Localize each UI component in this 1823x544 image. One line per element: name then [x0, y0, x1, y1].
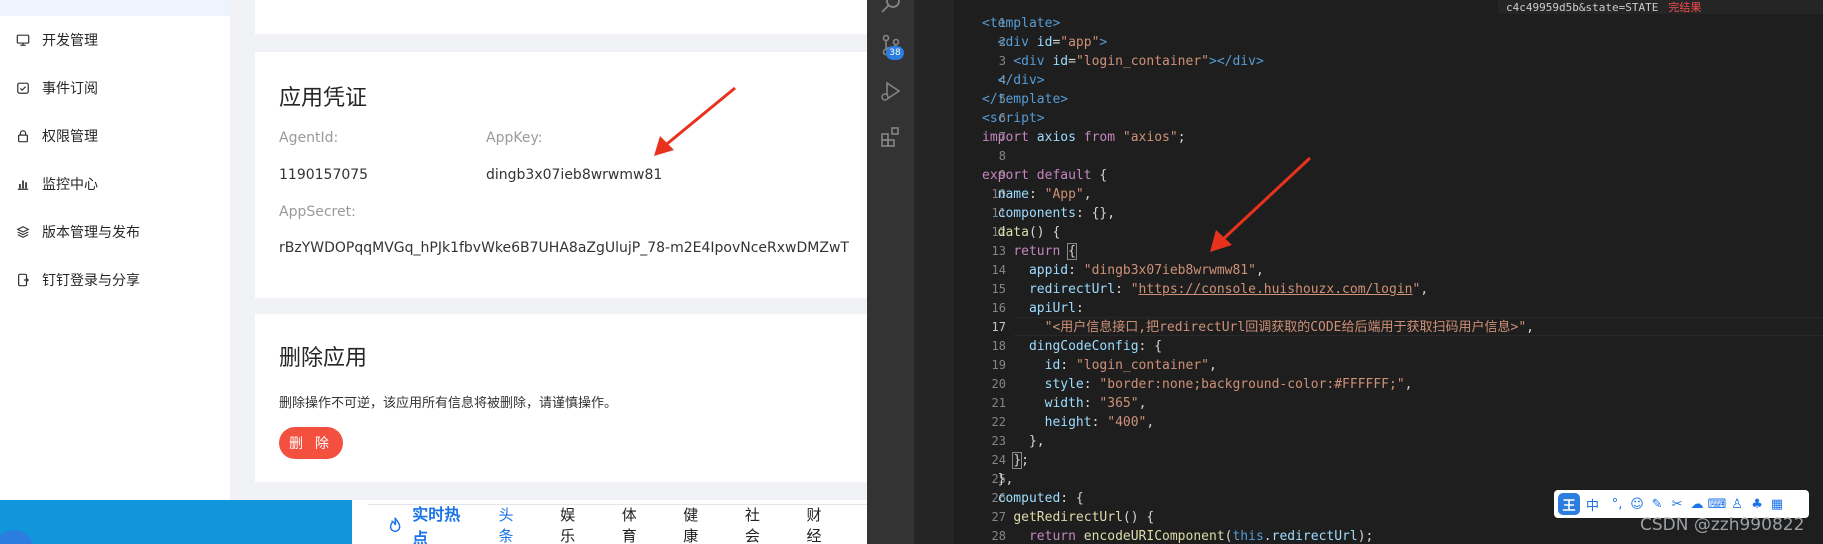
sidebar: 开发管理 事件订阅 权限管理 监控中心 版本管理与发布 钉钉登录与分享 [0, 0, 230, 500]
news-tab-society[interactable]: 社会 [745, 504, 773, 544]
calendar-check-icon [16, 81, 30, 95]
code-line: width: "365", [1044, 396, 1147, 411]
search-icon[interactable] [878, 0, 904, 18]
news-tab-headlines[interactable]: 头条 [499, 504, 527, 544]
editor-top-bar: c4c49959d5b&state=STATE 完结果 [1498, 0, 1823, 14]
sidebar-item-label: 事件订阅 [42, 81, 98, 97]
run-debug-icon[interactable] [878, 78, 904, 104]
code-line: <script> [982, 111, 1045, 126]
code-line: computed: { [997, 491, 1084, 506]
sidebar-item-version-release[interactable]: 版本管理与发布 [16, 220, 140, 244]
grid-icon[interactable]: ▦ [1769, 496, 1785, 512]
delete-app-title: 删除应用 [279, 346, 368, 371]
code-line: export default { [982, 168, 1108, 183]
code-line: appid: "dingb3x07ieb8wrwmw81", [1028, 263, 1264, 278]
code-line: apiUrl: [1028, 301, 1084, 316]
credentials-title: 应用凭证 [279, 86, 368, 111]
sidebar-item-label: 监控中心 [42, 177, 98, 193]
code-editor: 38 1 2 3 4 5 6 7 8 9 10 11 12 13 14 15 16 17 18 19 20 21 22 23… [867, 0, 1823, 544]
monitor-icon [16, 33, 30, 47]
code-line: </template> [982, 92, 1069, 107]
scissors-icon[interactable]: ✂ [1669, 496, 1685, 512]
appsecret-label: AppSecret: [279, 204, 356, 220]
activity-bar: 38 [867, 0, 914, 544]
lock-icon [16, 129, 30, 143]
cloud-icon[interactable]: ☁ [1689, 496, 1705, 512]
news-tab-bar: 实时热点 头条 娱乐 体育 健康 社会 财经 [368, 504, 867, 544]
code-line: }, [997, 472, 1014, 487]
code-line: import axios from "axios"; [982, 130, 1186, 145]
desktop-blue-block [0, 500, 352, 544]
news-tab-sports[interactable]: 体育 [622, 504, 650, 544]
sidebar-selected-item[interactable] [0, 0, 230, 16]
sidebar-item-label: 钉钉登录与分享 [42, 273, 140, 289]
code-line: name: "App", [997, 187, 1092, 202]
sidebar-item-monitoring[interactable]: 监控中心 [16, 172, 98, 196]
agentid-label: AgentId: [279, 130, 339, 146]
appkey-value: dingb3x07ieb8wrwmw81 [486, 167, 663, 183]
emoji-icon[interactable]: ☺ [1629, 496, 1645, 512]
ime-logo: 王 [1558, 493, 1580, 515]
appkey-label: AppKey: [486, 130, 543, 146]
code-line: <div id="login_container"></div> [1013, 54, 1264, 69]
pen-icon[interactable]: ✎ [1649, 496, 1665, 512]
sidebar-item-event-subscription[interactable]: 事件订阅 [16, 76, 98, 100]
code-line: }, [1028, 434, 1045, 449]
keyboard-icon[interactable]: ⌨ [1708, 496, 1727, 512]
source-control-badge: 38 [886, 46, 904, 60]
delete-app-card: 删除应用 删除操作不可逆，该应用所有信息将被删除，请谨慎操作。 删 除 [255, 314, 867, 482]
hot-news-label: 实时热点 [412, 504, 461, 544]
news-tab-health[interactable]: 健康 [683, 504, 711, 544]
sidebar-item-dev-management[interactable]: 开发管理 [16, 28, 98, 52]
hot-news-tab[interactable]: 实时热点 [386, 501, 471, 544]
sidebar-item-label: 版本管理与发布 [42, 225, 140, 241]
annotation-arrow-icon [1210, 156, 1312, 252]
delete-warning-text: 删除操作不可逆，该应用所有信息将被删除，请谨慎操作。 [279, 396, 618, 411]
code-line: style: "border:none;background-color:#FF… [1044, 377, 1413, 392]
code-line: dingCodeConfig: { [1028, 339, 1163, 354]
top-bar-url-fragment: c4c49959d5b&state=STATE [1506, 0, 1659, 14]
bar-chart-icon [16, 177, 30, 191]
code-line: </div> [997, 73, 1045, 88]
delete-button[interactable]: 删 除 [279, 427, 343, 459]
code-line: }; [1012, 452, 1029, 469]
code-line: redirectUrl: "https://console.huishouzx.… [1028, 282, 1429, 297]
top-card [255, 0, 867, 34]
code-line: return encodeURIComponent(this.redirectU… [1028, 529, 1374, 544]
side-panel [914, 0, 954, 544]
user-icon[interactable]: ♙ [1729, 496, 1745, 512]
code-line: components: {}, [997, 206, 1116, 221]
top-bar-red-text[interactable]: 完结果 [1668, 0, 1701, 15]
sidebar-item-label: 开发管理 [42, 33, 98, 49]
appsecret-value: rBzYWDOPqqMVGq_hPJk1fbvWke6B7UHA8aZgUluj… [279, 240, 849, 256]
code-line: id: "login_container", [1044, 358, 1217, 373]
sidebar-item-dingtalk-login-share[interactable]: 钉钉登录与分享 [16, 268, 140, 292]
code-line: "<用户信息接口,把redirectUrl回调获取的CODE给后端用于获取扫码用… [1044, 320, 1534, 335]
sidebar-item-permissions[interactable]: 权限管理 [16, 124, 98, 148]
shirt-icon[interactable]: ♣ [1749, 496, 1765, 512]
news-tab-finance[interactable]: 财经 [806, 504, 834, 544]
csdn-watermark: CSDN @zzh990822 [1640, 515, 1805, 535]
extensions-icon[interactable] [878, 124, 904, 150]
layers-icon [16, 225, 30, 239]
ime-mode-label[interactable]: 中 [1586, 495, 1599, 514]
code-line: <div id="app"> [997, 35, 1108, 50]
code-line: getRedirectUrl() { [1013, 510, 1155, 525]
code-line: <template> [982, 16, 1061, 31]
ime-toolbar[interactable]: 王 中 °, ☺ ✎ ✂ ☁ ⌨ ♙ ♣ ▦ [1554, 490, 1809, 518]
flame-icon [389, 516, 401, 532]
news-tab-entertainment[interactable]: 娱乐 [560, 504, 588, 544]
sidebar-item-label: 权限管理 [42, 129, 98, 145]
code-line: height: "400", [1044, 415, 1155, 430]
code-line: return { [1013, 243, 1077, 260]
share-phone-icon [16, 273, 30, 287]
agentid-value: 1190157075 [279, 167, 369, 183]
admin-console: 开发管理 事件订阅 权限管理 监控中心 版本管理与发布 钉钉登录与分享 应用凭证… [0, 0, 867, 544]
code-line: data() { [997, 225, 1061, 240]
credentials-card: 应用凭证 AgentId: AppKey: 1190157075 dingb3x… [255, 52, 867, 298]
punctuation-icon[interactable]: °, [1609, 496, 1625, 512]
